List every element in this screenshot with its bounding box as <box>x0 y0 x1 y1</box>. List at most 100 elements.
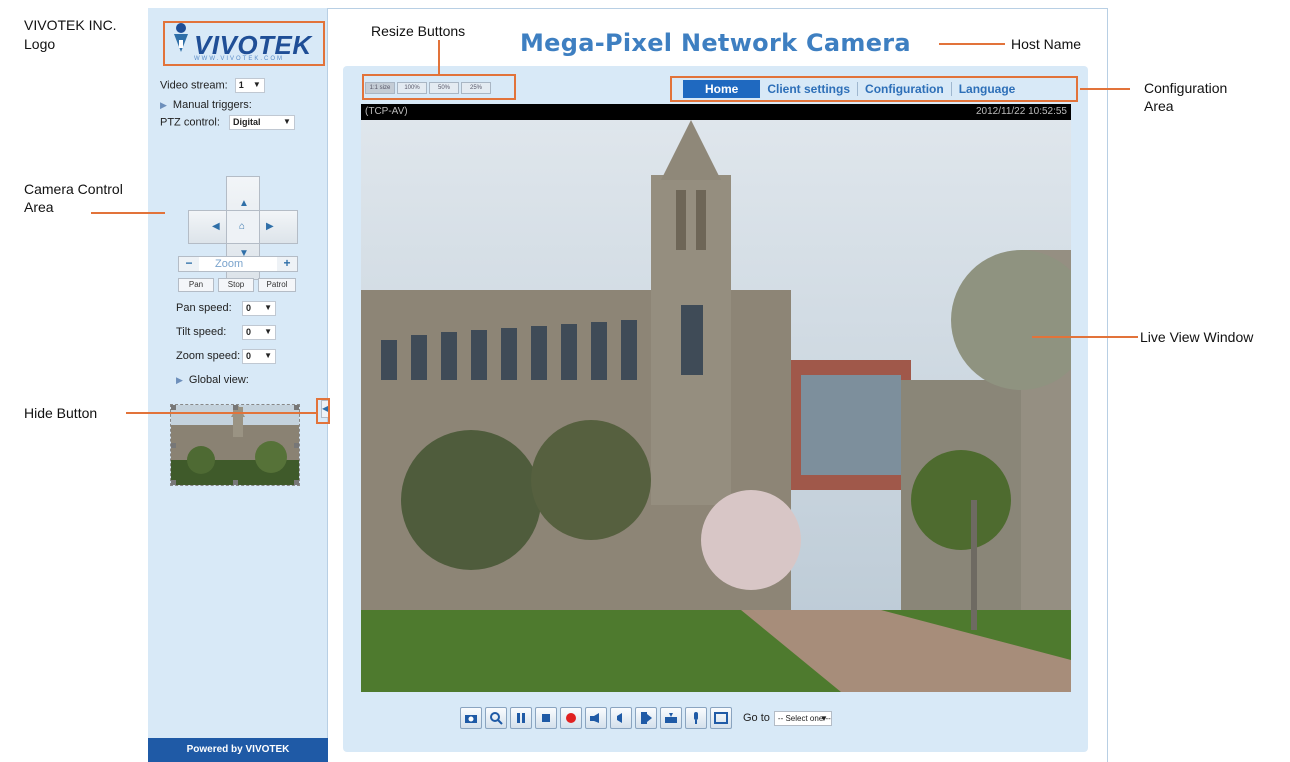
manual-triggers-row[interactable]: ▶ Manual triggers: <box>160 99 252 111</box>
zoom-control: − Zoom + <box>178 256 298 272</box>
chevron-down-icon: ▼ <box>819 713 828 723</box>
global-view-thumbnail[interactable] <box>170 404 300 486</box>
ptz-control-select[interactable]: Digital ▼ <box>228 115 295 130</box>
live-view-image <box>361 120 1071 692</box>
annotation-label-host: Host Name <box>1011 36 1082 52</box>
zoom-speed-value: 0 <box>246 351 252 361</box>
zoom-speed-select[interactable]: 0 ▼ <box>242 349 276 364</box>
annotation-logo-text: VIVOTEK INC. Logo <box>24 17 117 52</box>
stop-video-button[interactable] <box>535 707 557 729</box>
chevron-down-icon: ▼ <box>283 117 291 126</box>
mute-button[interactable] <box>610 707 632 729</box>
global-view-row[interactable]: ▶ Global view: <box>176 374 249 386</box>
annotation-line-hide <box>126 412 316 414</box>
stop-button[interactable]: Stop <box>218 278 254 292</box>
stream-protocol-label: (TCP-AV) <box>365 106 408 117</box>
fullscreen-icon <box>714 712 728 724</box>
tilt-speed-row: Tilt speed: 0 ▼ <box>176 325 276 340</box>
record-icon <box>566 713 576 723</box>
tilt-up-icon[interactable]: ▲ <box>239 198 249 209</box>
thumbnail-handle[interactable] <box>171 405 176 410</box>
goto-select[interactable]: -- Select one -- ▼ <box>773 710 832 726</box>
snapshot-button[interactable] <box>460 707 482 729</box>
tilt-speed-label: Tilt speed: <box>176 326 227 338</box>
thumbnail-handle[interactable] <box>294 405 299 410</box>
annotation-line-config <box>1080 88 1130 90</box>
video-toolbar: Go to -- Select one -- ▼ <box>460 706 832 730</box>
talk-button[interactable] <box>635 707 657 729</box>
digital-zoom-icon <box>490 712 503 725</box>
tilt-speed-value: 0 <box>246 327 252 337</box>
pan-right-icon[interactable]: ▶ <box>266 221 274 232</box>
chevron-down-icon: ▼ <box>252 80 261 89</box>
zoom-label: Zoom <box>215 258 244 270</box>
volume-button[interactable] <box>585 707 607 729</box>
thumbnail-handle[interactable] <box>233 405 238 410</box>
annotation-label-hide: Hide Button <box>24 405 98 421</box>
manual-triggers-label: Manual triggers: <box>172 99 252 111</box>
chevron-down-icon: ▼ <box>264 303 272 312</box>
zoom-speed-label: Zoom speed: <box>176 350 241 362</box>
tilt-speed-select[interactable]: 0 ▼ <box>242 325 276 340</box>
mute-icon <box>617 713 622 723</box>
video-header: (TCP-AV) 2012/11/22 10:52:55 <box>361 104 1071 120</box>
record-button[interactable] <box>560 707 582 729</box>
pan-speed-row: Pan speed: 0 ▼ <box>176 301 276 316</box>
annotation-label-live-view: Live View Window <box>1140 329 1254 345</box>
annotation-label-config: Configuration Area <box>1144 80 1228 114</box>
pan-speed-label: Pan speed: <box>176 302 232 314</box>
pan-speed-select[interactable]: 0 ▼ <box>242 301 276 316</box>
pan-button[interactable]: Pan <box>178 278 214 292</box>
zoom-out-button[interactable]: − <box>179 257 199 271</box>
chevron-down-icon: ▼ <box>264 327 272 336</box>
pan-left-icon[interactable]: ◀ <box>212 221 220 232</box>
pause-icon <box>517 713 525 723</box>
video-stream-value: 1 <box>238 80 244 90</box>
home-icon[interactable]: ⌂ <box>239 221 245 232</box>
live-view-window[interactable] <box>361 120 1071 692</box>
powered-by-footer[interactable]: Powered by VIVOTEK <box>148 738 328 762</box>
microphone-icon <box>694 712 698 724</box>
video-stream-select[interactable]: 1 ▼ <box>234 78 265 93</box>
ptz-control-row: PTZ control: Digital ▼ <box>160 115 295 130</box>
annotation-line-resize <box>438 40 440 74</box>
thumbnail-handle[interactable] <box>171 443 176 448</box>
zoom-in-button[interactable]: + <box>277 257 297 271</box>
microphone-button[interactable] <box>685 707 707 729</box>
page: VIVOTEK WWW.VIVOTEK.COM Video stream: 1 … <box>0 0 1290 762</box>
pan-speed-value: 0 <box>246 303 252 313</box>
speaker-button[interactable] <box>660 707 682 729</box>
snapshot-icon <box>465 715 477 723</box>
thumbnail-handle[interactable] <box>233 480 238 485</box>
fullscreen-button[interactable] <box>710 707 732 729</box>
goto-label: Go to <box>743 712 770 724</box>
ptz-control-value: Digital <box>232 117 261 127</box>
ptz-control-label: PTZ control: <box>160 116 220 129</box>
annotation-label-resize: Resize Buttons <box>371 23 466 39</box>
thumbnail-handle[interactable] <box>294 480 299 485</box>
video-timestamp: 2012/11/22 10:52:55 <box>975 106 1067 117</box>
zoom-speed-row: Zoom speed: 0 ▼ <box>176 349 276 364</box>
global-view-label: Global view: <box>188 374 249 386</box>
thumbnail-handle[interactable] <box>294 443 299 448</box>
stop-icon <box>542 714 550 722</box>
pause-button[interactable] <box>510 707 532 729</box>
speaker-icon <box>665 713 677 723</box>
host-name: Mega-Pixel Network Camera <box>520 29 911 57</box>
annotation-line-live-view <box>1032 336 1138 338</box>
annotation-box-logo <box>163 21 325 66</box>
goto-control: Go to -- Select one -- ▼ <box>743 710 832 726</box>
video-stream-row: Video stream: 1 ▼ <box>160 78 265 93</box>
expand-arrow-icon: ▶ <box>176 375 183 385</box>
volume-icon <box>590 713 599 723</box>
thumbnail-handle[interactable] <box>171 480 176 485</box>
patrol-button[interactable]: Patrol <box>258 278 296 292</box>
annotation-line-host <box>939 43 1005 45</box>
pan-stop-patrol-row: Pan Stop Patrol <box>178 278 298 292</box>
chevron-down-icon: ▼ <box>264 351 272 360</box>
digital-zoom-button[interactable] <box>485 707 507 729</box>
expand-arrow-icon: ▶ <box>160 100 167 110</box>
annotation-label-logo: VIVOTEK INC. Logo <box>24 16 117 54</box>
annotation-box-hide <box>316 398 330 424</box>
annotation-box-config <box>670 76 1078 102</box>
